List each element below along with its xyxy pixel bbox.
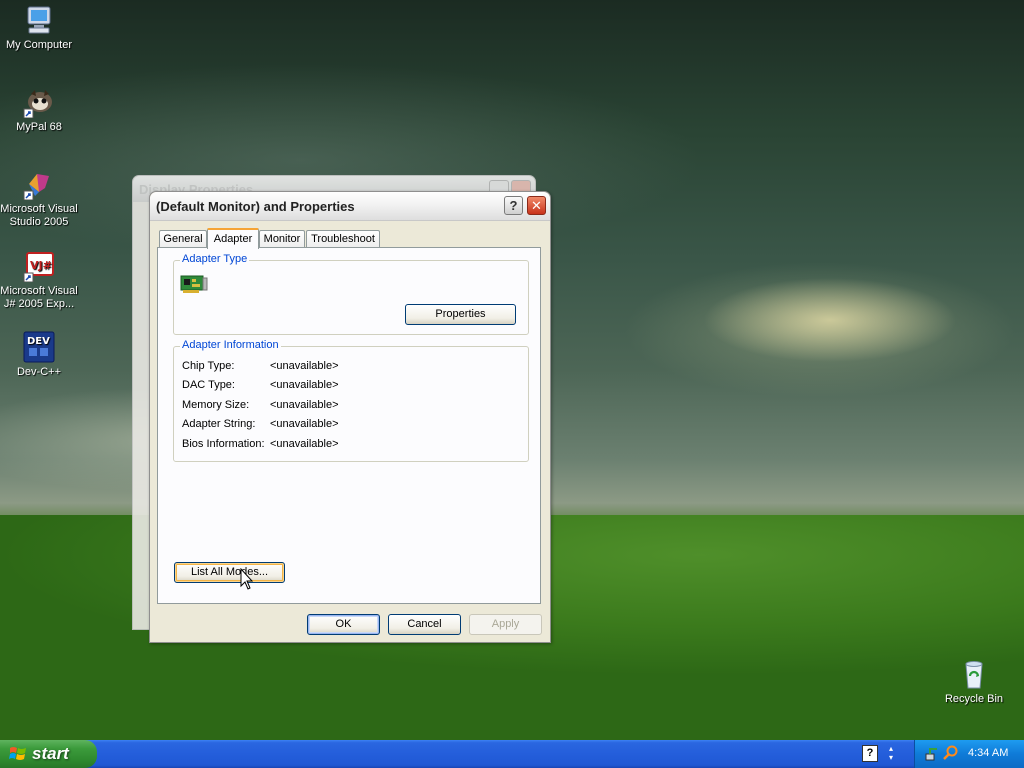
- svg-text:DEV: DEV: [27, 336, 50, 347]
- info-key: Adapter String:: [182, 418, 256, 430]
- info-value: <unavailable>: [270, 399, 339, 411]
- monitor-properties-dialog[interactable]: (Default Monitor) and Properties ? ✕ Gen…: [149, 191, 551, 643]
- desktop-icon-my-computer[interactable]: My Computer: [0, 4, 79, 52]
- desktop-icon-mypal[interactable]: MyPal 68: [0, 86, 79, 134]
- adapter-card-icon: [180, 274, 208, 294]
- info-key: Memory Size:: [182, 399, 250, 411]
- adapter-properties-button[interactable]: Properties: [405, 304, 516, 325]
- start-label: start: [32, 744, 69, 763]
- desktop-icon-dev-cpp[interactable]: DEV Dev-C++: [0, 331, 79, 379]
- dialog-title: (Default Monitor) and Properties: [156, 199, 355, 214]
- tab-general[interactable]: General: [159, 230, 207, 248]
- desktop-icon-recycle-bin[interactable]: Recycle Bin: [934, 658, 1014, 706]
- adapter-type-group: Adapter Type Properties: [173, 253, 529, 335]
- recycle-bin-icon: [958, 658, 990, 690]
- help-button[interactable]: ?: [504, 196, 523, 215]
- network-tray-icon[interactable]: [925, 746, 941, 762]
- adapter-information-group: Adapter Information Chip Type: <unavaila…: [173, 339, 529, 462]
- start-button[interactable]: start: [0, 740, 97, 768]
- visual-studio-icon: [23, 168, 55, 201]
- tab-adapter[interactable]: Adapter: [207, 228, 259, 249]
- help-tray-icon[interactable]: ?: [862, 745, 878, 762]
- dialog-titlebar[interactable]: (Default Monitor) and Properties ? ✕: [150, 192, 550, 221]
- desktop-icon-label: Microsoft Visual J# 2005 Exp...: [0, 285, 78, 310]
- info-value: <unavailable>: [270, 379, 339, 391]
- desktop-icon-label: Microsoft Visual Studio 2005: [0, 203, 78, 228]
- desktop-icon-label: My Computer: [5, 39, 73, 51]
- desktop-icon-label: MyPal 68: [16, 121, 62, 133]
- info-value: <unavailable>: [270, 438, 339, 450]
- desktop-icon-visual-jsharp[interactable]: VJ# Microsoft Visual J# 2005 Exp...: [0, 250, 79, 311]
- dev-cpp-icon: DEV: [23, 331, 55, 363]
- ok-button[interactable]: OK: [307, 614, 380, 635]
- adapter-information-label: Adapter Information: [180, 339, 281, 351]
- desktop-icon-visual-studio[interactable]: Microsoft Visual Studio 2005: [0, 168, 79, 229]
- info-value: <unavailable>: [270, 360, 339, 372]
- mouse-cursor-icon: [240, 567, 256, 592]
- desktop-icon-label: Recycle Bin: [944, 693, 1004, 705]
- desktop-icon-label: Dev-C++: [16, 366, 62, 378]
- tab-monitor[interactable]: Monitor: [259, 230, 305, 248]
- mypal-icon: [23, 86, 55, 119]
- taskbar: start ? ▴ ▾ 4:34 AM: [0, 740, 1024, 768]
- info-key: DAC Type:: [182, 379, 235, 391]
- language-bar-arrows-icon[interactable]: ▴ ▾: [885, 744, 897, 764]
- info-key: Bios Information:: [182, 438, 265, 450]
- search-tray-icon[interactable]: [943, 745, 959, 761]
- info-value: <unavailable>: [270, 418, 339, 430]
- my-computer-icon: [23, 4, 55, 36]
- visual-jsharp-icon: VJ#: [23, 250, 55, 283]
- info-key: Chip Type:: [182, 360, 235, 372]
- adapter-type-label: Adapter Type: [180, 253, 250, 265]
- tab-troubleshoot[interactable]: Troubleshoot: [306, 230, 380, 248]
- taskbar-clock[interactable]: 4:34 AM: [968, 747, 1008, 759]
- close-button[interactable]: ✕: [527, 196, 546, 215]
- cancel-button[interactable]: Cancel: [388, 614, 461, 635]
- windows-logo-icon: [9, 746, 27, 762]
- adapter-tab-panel: Adapter Type Properties Adapter Informat…: [157, 247, 541, 604]
- list-all-modes-button[interactable]: List All Modes...: [174, 562, 285, 583]
- svg-text:VJ#: VJ#: [30, 259, 52, 272]
- apply-button[interactable]: Apply: [469, 614, 542, 635]
